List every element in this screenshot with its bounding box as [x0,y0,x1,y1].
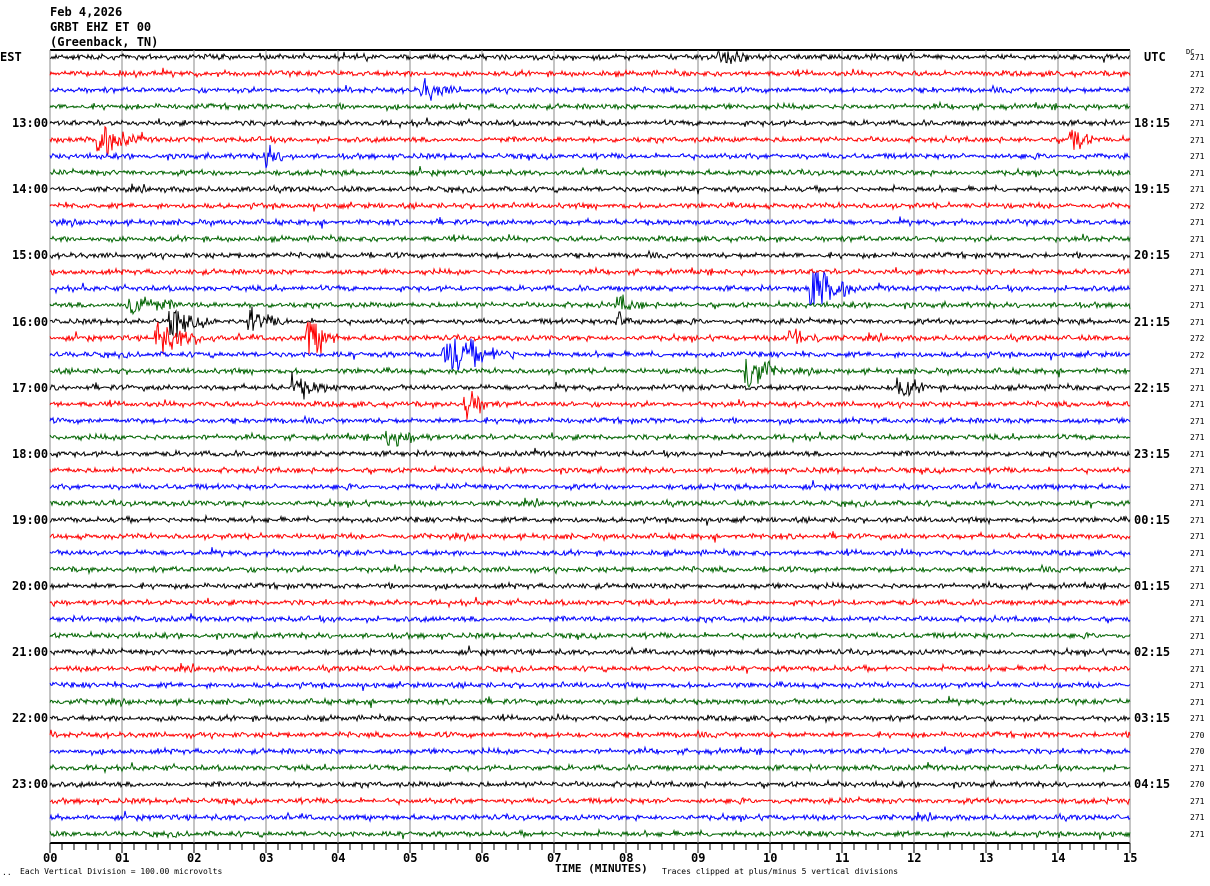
x-axis-label: TIME (MINUTES) [555,862,648,875]
seismic-trace [49,249,1131,261]
seismic-trace [50,183,1131,195]
seismic-trace [49,728,1131,740]
seismic-trace [49,117,1131,130]
seismic-trace [49,662,1131,674]
seismic-trace [49,497,1131,509]
seismic-trace [49,680,1131,692]
seismic-trace [49,270,1131,305]
seismic-trace [49,761,1131,775]
seismic-trace [49,338,1131,371]
seismic-trace [50,233,1131,244]
seismic-trace [49,563,1131,576]
seismic-trace [49,629,1131,641]
seismic-trace [49,144,1131,169]
seismic-trace [49,67,1131,79]
seismic-trace [49,695,1131,708]
helicorder-plot [49,49,1131,853]
seismic-trace [49,321,1131,355]
seismic-trace [49,78,1131,101]
seismic-trace [49,306,1131,338]
seismic-trace [49,778,1131,790]
seismic-trace [49,530,1131,543]
seismic-trace [49,547,1131,559]
seismic-trace [49,216,1131,229]
seismic-trace [49,580,1131,592]
seismic-trace [49,430,1131,447]
seismic-trace [49,464,1131,476]
seismic-trace [49,100,1131,113]
scale-mark: .. [2,868,12,877]
seismic-trace [49,414,1131,427]
scale-note: Each Vertical Division = 100.00 microvol… [20,867,223,876]
seismic-trace [49,447,1131,459]
seismic-trace [49,125,1131,156]
clip-note: Traces clipped at plus/minus 5 vertical … [662,867,899,876]
seismic-trace [49,480,1131,493]
seismic-trace [49,265,1131,277]
seismic-trace [49,513,1131,526]
seismic-trace [49,712,1131,724]
seismic-trace [49,165,1131,179]
seismic-trace [50,50,1131,64]
seismic-trace [49,810,1131,823]
seismic-trace [49,613,1131,625]
seismic-trace [49,596,1131,609]
seismic-trace [49,828,1131,840]
seismic-trace [49,795,1131,807]
seismic-trace [49,358,1131,389]
seismic-trace [49,745,1131,757]
seismic-trace [49,371,1131,400]
seismic-trace [49,645,1131,658]
seismic-trace [49,390,1131,420]
seismic-trace [49,294,1131,316]
seismic-trace [49,200,1131,212]
